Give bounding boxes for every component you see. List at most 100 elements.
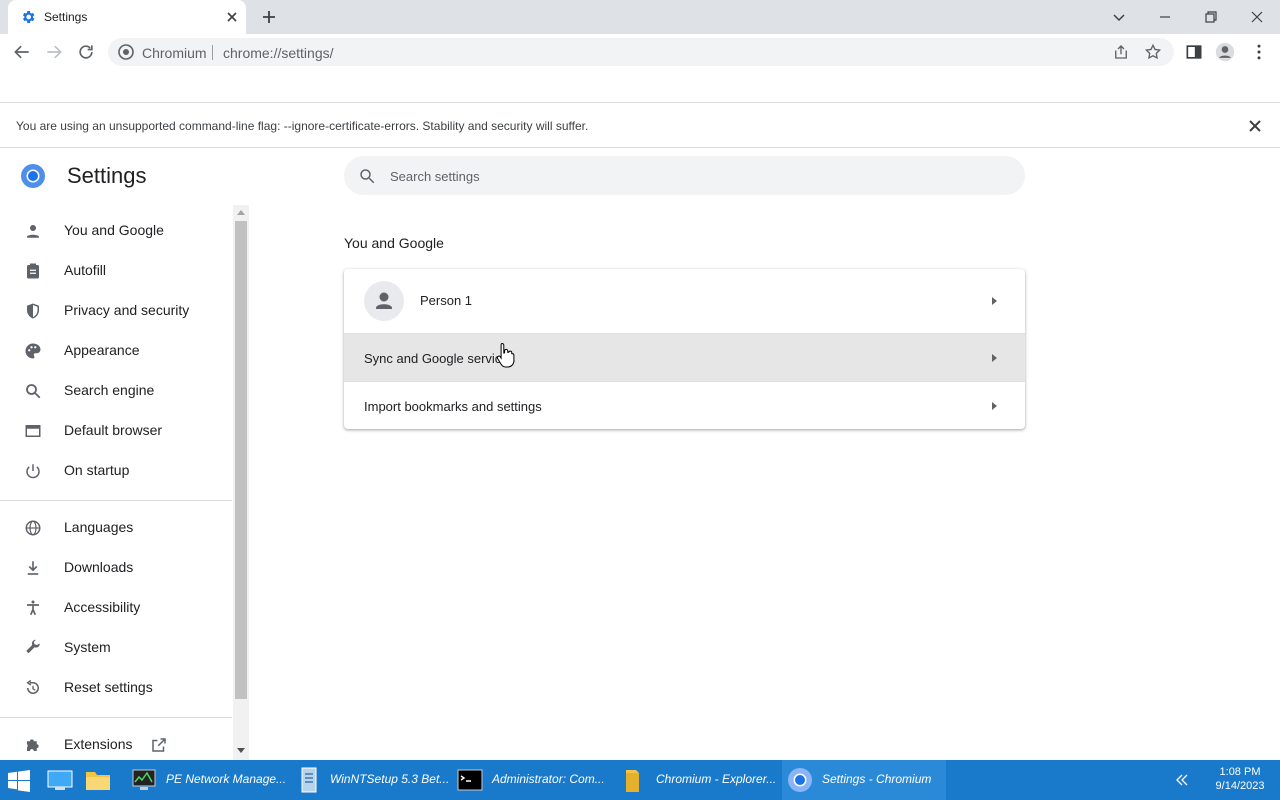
system-clock[interactable]: 1:08 PM 9/14/2023 xyxy=(1205,765,1275,793)
back-button[interactable] xyxy=(12,42,32,62)
scroll-down-arrow-icon[interactable] xyxy=(237,748,245,754)
profile-avatar-icon[interactable] xyxy=(1215,42,1235,62)
forward-button[interactable] xyxy=(44,42,64,62)
network-manager-icon xyxy=(130,766,158,794)
sidebar-item-label: Default browser xyxy=(64,422,163,438)
search-settings-box[interactable] xyxy=(344,156,1025,195)
chromium-logo-icon xyxy=(20,163,46,189)
url-text[interactable]: chrome://settings/ xyxy=(223,45,334,61)
new-tab-button[interactable] xyxy=(260,8,278,26)
chromium-icon xyxy=(786,766,814,794)
url-separator xyxy=(212,45,213,60)
taskbar-app-label: Administrator: Com... xyxy=(492,772,605,786)
windows-taskbar: PE Network Manage... WinNTSetup 5.3 Bet.… xyxy=(0,760,1280,800)
profile-row[interactable]: Person 1 xyxy=(344,269,1025,333)
sidebar-item-on-startup[interactable]: On startup xyxy=(0,451,232,491)
arrow-right-icon xyxy=(990,354,998,362)
sidebar-item-label: Appearance xyxy=(64,342,140,358)
gear-icon xyxy=(20,9,36,25)
arrow-right-icon xyxy=(990,297,998,305)
reload-button[interactable] xyxy=(76,42,96,62)
tab-settings[interactable]: Settings xyxy=(8,0,246,34)
sidebar-item-label: You and Google xyxy=(64,222,164,238)
sidebar-divider xyxy=(0,500,232,501)
sidebar-item-extensions[interactable]: Extensions xyxy=(0,725,232,765)
taskbar-app-label: PE Network Manage... xyxy=(166,772,287,786)
scroll-up-arrow-icon[interactable] xyxy=(237,209,245,215)
chromium-site-icon xyxy=(118,44,134,60)
reset-icon xyxy=(24,679,42,697)
taskbar-app-winntsetup[interactable]: WinNTSetup 5.3 Bet... xyxy=(290,760,450,800)
sidebar-item-autofill[interactable]: Autofill xyxy=(0,251,232,291)
sidebar-item-reset-settings[interactable]: Reset settings xyxy=(0,668,232,708)
palette-icon xyxy=(24,342,42,360)
close-tab-icon[interactable] xyxy=(224,9,240,25)
clipboard-icon xyxy=(24,262,42,280)
accessibility-icon xyxy=(24,599,42,617)
windows-start-icon[interactable] xyxy=(8,770,30,792)
import-bookmarks-row[interactable]: Import bookmarks and settings xyxy=(344,381,1025,429)
sidebar-item-label: Reset settings xyxy=(64,679,153,695)
sidebar-item-label: Downloads xyxy=(64,559,134,575)
sidebar-divider xyxy=(0,717,232,718)
close-icon[interactable] xyxy=(1248,119,1262,133)
taskbar-app-label: Settings - Chromium xyxy=(822,772,932,786)
sidebar-item-default-browser[interactable]: Default browser xyxy=(0,411,232,451)
sidebar-item-label: Accessibility xyxy=(64,599,141,615)
sidebar-item-you-and-google[interactable]: You and Google xyxy=(0,211,232,251)
warning-infobar: You are using an unsupported command-lin… xyxy=(0,102,1280,148)
shield-icon xyxy=(24,302,42,320)
sidebar-scrollbar[interactable] xyxy=(233,205,249,760)
external-link-icon xyxy=(150,736,168,754)
address-bar[interactable]: Chromium chrome://settings/ xyxy=(108,38,1174,66)
site-chip-label: Chromium xyxy=(142,45,207,61)
puzzle-icon xyxy=(24,736,42,754)
scrollbar-thumb[interactable] xyxy=(235,221,247,699)
section-title: You and Google xyxy=(344,235,444,251)
profile-name: Person 1 xyxy=(420,293,473,308)
infobar-message: You are using an unsupported command-lin… xyxy=(16,119,589,133)
sync-google-services-row[interactable]: Sync and Google services xyxy=(344,333,1025,381)
sidebar-item-search-engine[interactable]: Search engine xyxy=(0,371,232,411)
browser-toolbar: Chromium chrome://settings/ xyxy=(0,34,1280,70)
search-icon xyxy=(358,167,376,185)
sidebar-item-label: Privacy and security xyxy=(64,302,190,318)
sidebar-item-privacy[interactable]: Privacy and security xyxy=(0,291,232,331)
clock-time: 1:08 PM xyxy=(1219,766,1261,778)
file-explorer-icon[interactable] xyxy=(84,768,112,792)
taskbar-app-pe-network[interactable]: PE Network Manage... xyxy=(126,760,290,800)
you-and-google-card: Person 1 Sync and Google services Import… xyxy=(344,269,1025,429)
hand-cursor-icon xyxy=(496,342,516,368)
taskbar-app-chromium-settings[interactable]: Settings - Chromium xyxy=(782,760,946,800)
taskbar-app-explorer[interactable]: Chromium - Explorer... xyxy=(616,760,780,800)
sidebar-item-accessibility[interactable]: Accessibility xyxy=(0,588,232,628)
wrench-icon xyxy=(24,639,42,657)
command-prompt-icon xyxy=(456,766,484,794)
sidebar-item-appearance[interactable]: Appearance xyxy=(0,331,232,371)
sidebar-item-system[interactable]: System xyxy=(0,628,232,668)
menu-dots-icon[interactable] xyxy=(1249,42,1269,62)
tab-search-icon[interactable] xyxy=(1107,5,1131,29)
winntsetup-icon xyxy=(294,766,322,794)
download-icon xyxy=(24,559,42,577)
taskbar-app-cmd[interactable]: Administrator: Com... xyxy=(452,760,616,800)
bookmark-star-icon[interactable] xyxy=(1144,43,1162,61)
sidebar-item-label: Languages xyxy=(64,519,134,535)
page-title: Settings xyxy=(67,163,147,188)
share-icon[interactable] xyxy=(1112,43,1130,61)
show-hidden-icons-icon[interactable] xyxy=(1175,773,1189,787)
side-panel-icon[interactable] xyxy=(1184,42,1204,62)
restore-button[interactable] xyxy=(1199,5,1223,29)
folder-icon xyxy=(620,766,648,794)
person-icon xyxy=(24,222,42,240)
sidebar-item-label: Search engine xyxy=(64,382,155,398)
sidebar-item-downloads[interactable]: Downloads xyxy=(0,548,232,588)
desktop-icon[interactable] xyxy=(46,768,74,792)
browser-icon xyxy=(24,422,42,440)
sidebar-item-label: On startup xyxy=(64,462,130,478)
search-input[interactable] xyxy=(390,166,990,186)
power-icon xyxy=(24,462,42,480)
minimize-button[interactable] xyxy=(1153,5,1177,29)
close-window-button[interactable] xyxy=(1245,5,1269,29)
sidebar-item-languages[interactable]: Languages xyxy=(0,508,232,548)
